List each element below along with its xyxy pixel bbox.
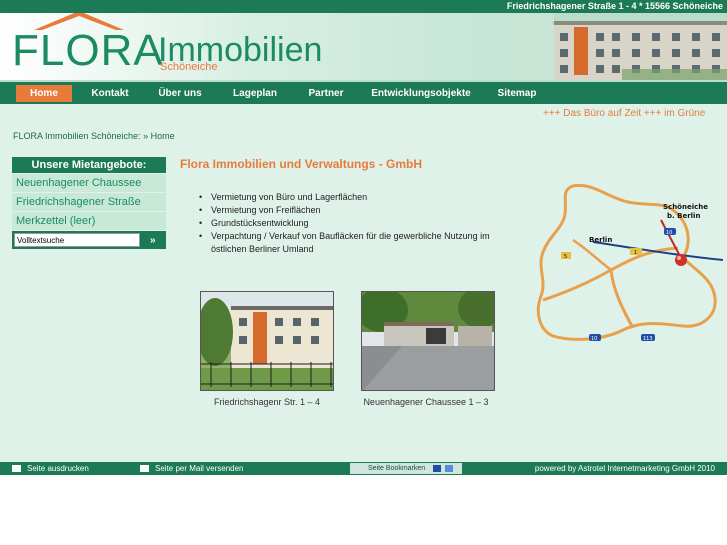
news-ticker: +++ Das Büro auf Zeit +++ im Grüne (543, 108, 706, 119)
search-input[interactable] (14, 233, 140, 247)
road-badge: 10 (591, 336, 597, 342)
mail-icon (140, 465, 149, 473)
print-label: Seite ausdrucken (27, 464, 89, 473)
footer: Seite ausdrucken Seite per Mail versende… (0, 462, 727, 475)
caption-neuenhagener: Neuenhagener Chaussee 1 – 3 (363, 397, 489, 407)
mail-link[interactable]: Seite per Mail versenden (140, 462, 244, 475)
list-item: Verpachtung / Verkauf von Baufläcken für… (199, 230, 509, 256)
logo-flora: FLORA (12, 26, 164, 75)
photo-neuenhagener[interactable] (361, 291, 495, 391)
photo-friedrichshagener[interactable] (200, 291, 334, 391)
location-map[interactable]: Schöneiche b. Berlin Berlin 10 1 5 10 11… (533, 180, 723, 345)
search-box (12, 231, 166, 249)
services-list: Vermietung von Büro und Lagerflächen Ver… (199, 191, 509, 256)
powered-by[interactable]: powered by Astrotel Internetmarketing Gm… (535, 462, 715, 475)
sidebar-heading: Unsere Mietangebote: (12, 157, 166, 173)
logo[interactable]: FLORA Immobilien Schöneiche (12, 13, 342, 80)
road-badge: 10 (666, 230, 672, 236)
breadcrumb-home[interactable]: Home (151, 131, 175, 141)
breadcrumb: FLORA Immobilien Schöneiche: » Home (13, 131, 175, 141)
mail-label: Seite per Mail versenden (155, 464, 244, 473)
map-label-berlin: Berlin (589, 236, 612, 244)
list-item: Grundstücksentwicklung (199, 217, 509, 230)
sidebar-link-merkzettel[interactable]: Merkzettel (leer) (12, 212, 166, 230)
map-label-schoeneiche: Schöneiche (663, 203, 708, 211)
printer-icon (12, 465, 21, 473)
header: FLORA Immobilien Schöneiche (0, 13, 727, 80)
print-link[interactable]: Seite ausdrucken (12, 462, 89, 475)
nav-lageplan[interactable]: Lageplan (226, 85, 284, 102)
main-nav: Home Kontakt Über uns Lageplan Partner E… (0, 80, 727, 104)
list-item: Vermietung von Büro und Lagerflächen (199, 191, 509, 204)
logo-subtitle: Schöneiche (160, 61, 218, 73)
nav-entwicklungsobjekte[interactable]: Entwicklungsobjekte (368, 85, 474, 102)
road-badge: 5 (564, 254, 567, 260)
social-icon (445, 464, 454, 472)
page: Friedrichshagener Straße 1 - 4 * 15566 S… (0, 0, 727, 545)
page-title: Flora Immobilien und Verwaltungs - GmbH (180, 157, 423, 171)
bookmark-button[interactable]: Seite Bookmarken (350, 463, 462, 474)
nav-sitemap[interactable]: Sitemap (488, 85, 546, 102)
nav-kontakt[interactable]: Kontakt (82, 85, 138, 102)
sidebar-link-neuenhagener-chaussee[interactable]: Neuenhagener Chaussee (12, 174, 166, 192)
list-item: Vermietung von Freiflächen (199, 204, 509, 217)
road-badge: 113 (643, 336, 653, 342)
road-badge: 1 (634, 250, 637, 256)
bookmark-icon (433, 464, 442, 472)
address-bar: Friedrichshagener Straße 1 - 4 * 15566 S… (0, 0, 727, 13)
nav-ueber-uns[interactable]: Über uns (150, 85, 210, 102)
sidebar-link-friedrichshagener-strasse[interactable]: Friedrichshagener Straße (12, 193, 166, 211)
header-building-photo (512, 13, 727, 80)
bookmark-label: Seite Bookmarken (368, 465, 426, 472)
map-label-bberlin: b. Berlin (667, 212, 700, 220)
caption-friedrichshagener: Friedrichshagenr Str. 1 – 4 (213, 397, 321, 407)
breadcrumb-site: FLORA Immobilien Schöneiche: (13, 131, 141, 141)
breadcrumb-separator: » (143, 131, 149, 141)
search-button[interactable]: » (150, 235, 156, 246)
nav-partner[interactable]: Partner (298, 85, 354, 102)
nav-home[interactable]: Home (16, 85, 72, 102)
